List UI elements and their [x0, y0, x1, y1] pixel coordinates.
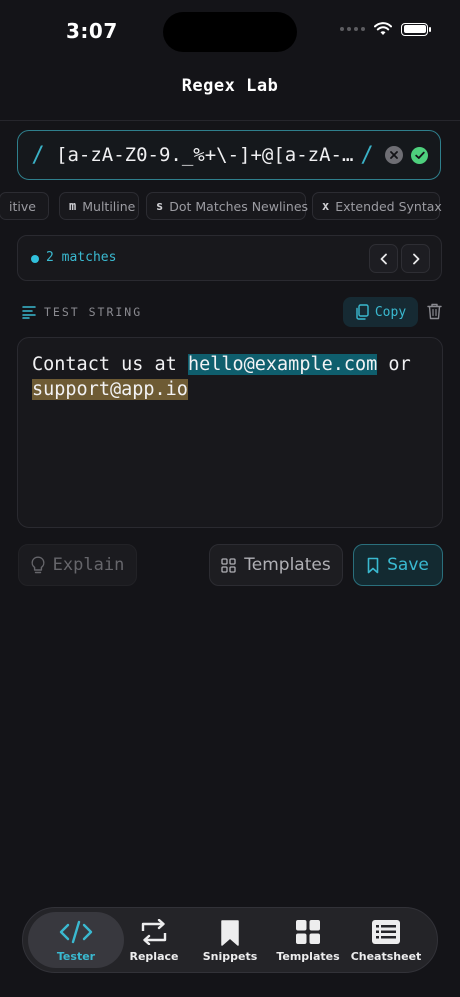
battery-icon [401, 22, 431, 36]
grid-icon [221, 557, 236, 573]
match-highlight-2: support@app.io [32, 379, 188, 400]
flag-multiline[interactable]: m Multiline [59, 192, 139, 220]
chevron-right-icon [412, 253, 419, 264]
cellular-signal-icon [340, 27, 365, 31]
tab-templates[interactable]: Templates [267, 908, 349, 972]
flag-chips: itive m Multiline s Dot Matches Newlines… [0, 192, 460, 220]
chevron-left-icon [380, 253, 387, 264]
matches-bar: 2 matches [17, 235, 442, 281]
code-icon [59, 920, 93, 944]
tab-label: Tester [56, 950, 96, 963]
flag-label: Multiline [82, 198, 136, 214]
regex-input[interactable]: / [a-zA-Z0-9._%+\-]+@[a-zA-… / [17, 130, 441, 180]
tab-label: Replace [129, 950, 179, 963]
app-title: Regex Lab [181, 76, 279, 96]
wifi-icon [374, 22, 392, 35]
flag-label: Dot Matches Newlines [169, 198, 309, 214]
explain-button[interactable]: Explain [18, 544, 137, 586]
tab-label: Snippets [202, 950, 258, 963]
tab-label: Templates [276, 950, 340, 963]
copy-icon [356, 304, 369, 320]
status-time: 3:07 [66, 19, 118, 43]
list-icon [372, 920, 400, 944]
regex-delimiter-right: / [360, 142, 374, 168]
test-string-input[interactable]: Contact us at hello@example.com or suppor… [17, 337, 443, 528]
next-match-button[interactable] [401, 244, 430, 273]
tab-label: Cheatsheet [350, 950, 422, 963]
copy-button[interactable]: Copy [343, 297, 418, 327]
status-bar: 3:07 [0, 0, 460, 62]
tab-cheatsheet[interactable]: Cheatsheet [345, 908, 427, 972]
flag-label: Extended Syntax [335, 198, 442, 214]
match-count: 2 matches [46, 250, 117, 265]
text-lines-icon [22, 306, 36, 319]
flag-key: x [322, 199, 330, 213]
close-icon [390, 151, 398, 159]
test-string-text[interactable]: Contact us at hello@example.com or suppor… [32, 352, 428, 402]
valid-check-icon [411, 146, 428, 164]
status-icons [340, 22, 431, 36]
regex-delimiter-left: / [31, 142, 45, 168]
clear-pattern-button[interactable] [385, 146, 403, 164]
flag-dot-all[interactable]: s Dot Matches Newlines [146, 192, 309, 220]
replace-icon [141, 919, 167, 945]
explain-label: Explain [52, 555, 125, 575]
lightbulb-icon [31, 555, 45, 573]
save-button[interactable]: Save [353, 544, 443, 586]
regex-pattern[interactable]: [a-zA-Z0-9._%+\-]+@[a-zA-… [50, 144, 355, 166]
dynamic-island [163, 12, 297, 52]
trash-icon[interactable] [427, 303, 442, 320]
header-divider [0, 120, 460, 121]
test-text-between: or [377, 354, 411, 375]
flag-key: m [69, 199, 77, 213]
templates-button[interactable]: Templates [209, 544, 343, 586]
flag-case-insensitive[interactable]: itive [0, 192, 49, 220]
tab-tester[interactable]: Tester [28, 912, 124, 968]
tab-snippets[interactable]: Snippets [189, 908, 271, 972]
bookmark-icon [367, 557, 379, 573]
copy-label: Copy [374, 304, 407, 320]
flag-label: itive [9, 198, 36, 214]
grid-icon [296, 920, 320, 944]
tab-bar: Tester Replace Snippets Templates Cheats… [22, 907, 438, 973]
match-indicator-dot [31, 255, 39, 263]
test-text-before: Contact us at [32, 354, 188, 375]
bookmark-icon [221, 920, 239, 946]
match-highlight-1: hello@example.com [187, 354, 378, 375]
tab-replace[interactable]: Replace [113, 908, 195, 972]
templates-label: Templates [244, 555, 331, 575]
flag-extended[interactable]: x Extended Syntax [312, 192, 442, 220]
flag-key: s [156, 199, 164, 213]
test-string-label: TEST STRING [44, 305, 143, 319]
save-label: Save [387, 555, 429, 575]
previous-match-button[interactable] [369, 244, 398, 273]
